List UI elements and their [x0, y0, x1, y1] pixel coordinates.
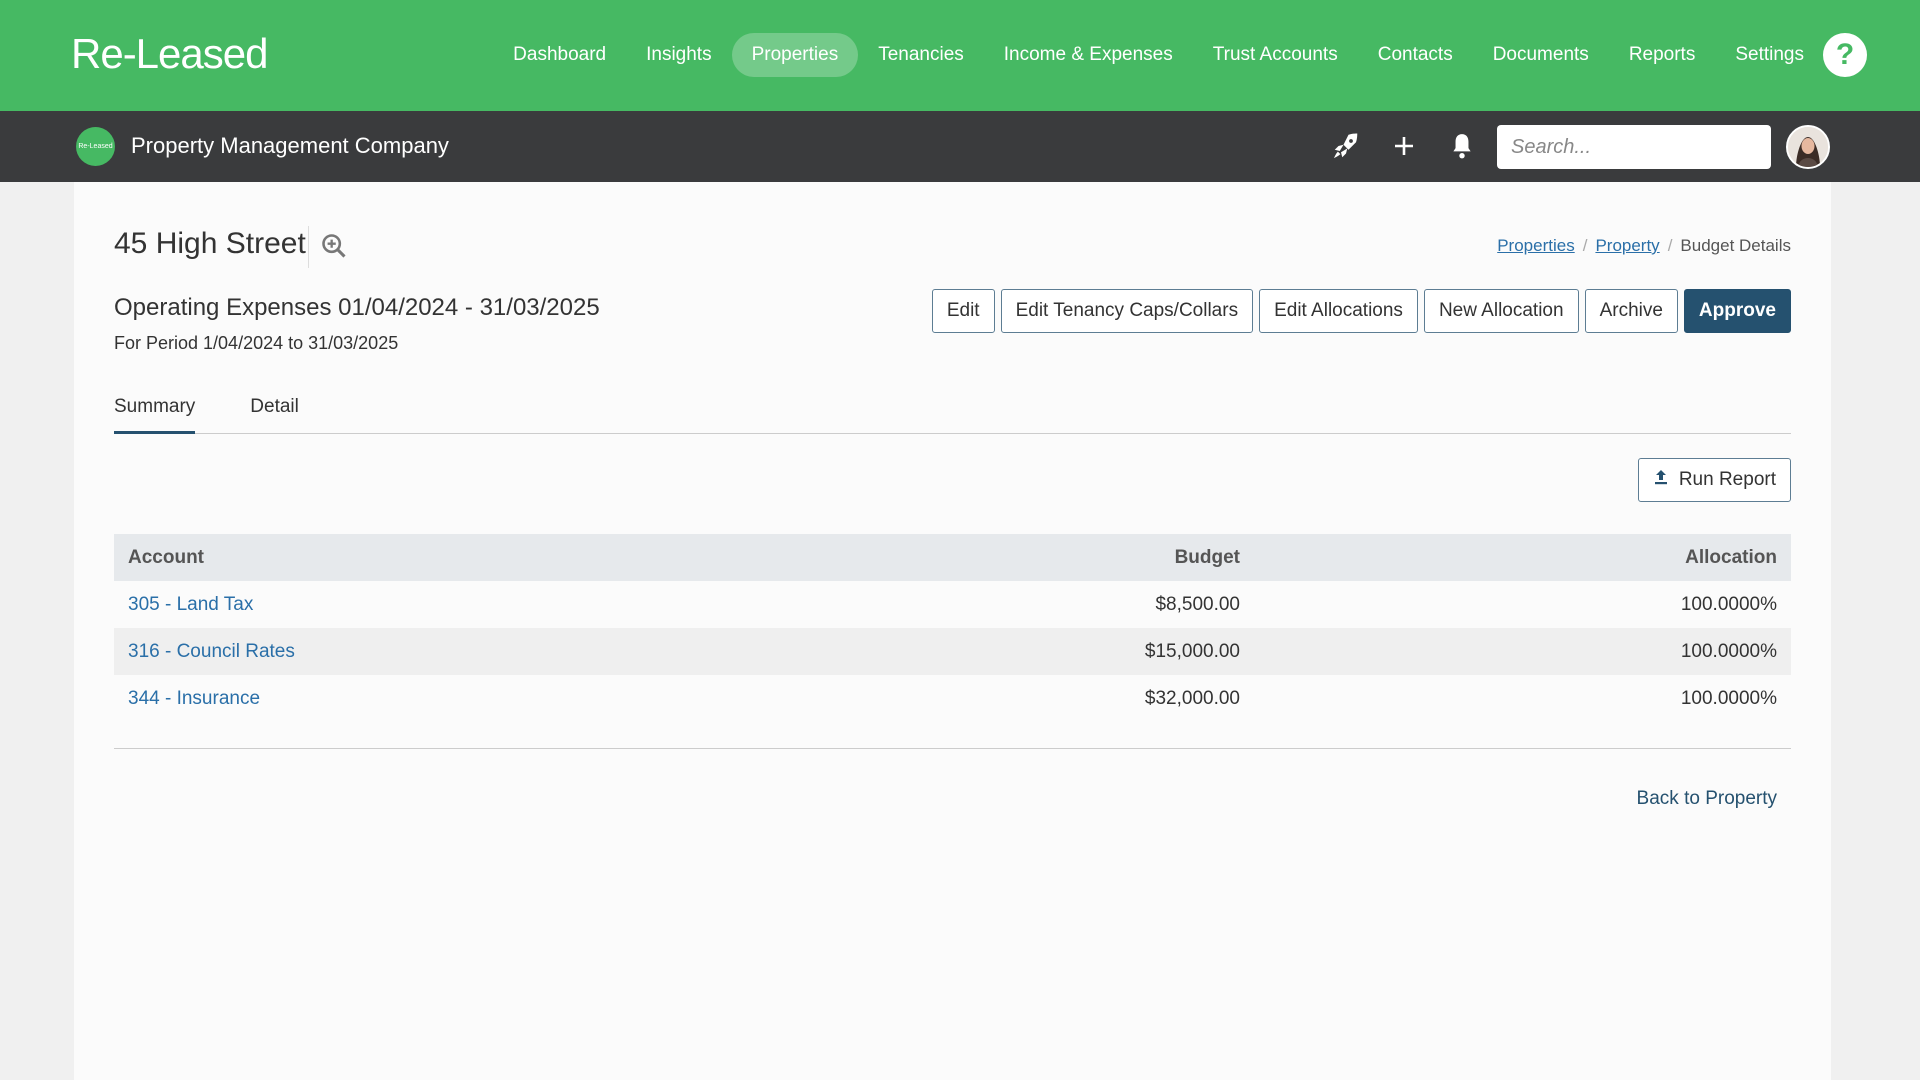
zoom-in-icon[interactable] [320, 232, 348, 265]
allocation-value: 100.0000% [1680, 687, 1777, 709]
column-header-account[interactable]: Account [114, 547, 1094, 569]
breadcrumb-current: Budget Details [1680, 236, 1791, 255]
nav-dashboard[interactable]: Dashboard [493, 33, 626, 77]
nav-trust-accounts[interactable]: Trust Accounts [1193, 33, 1358, 77]
plus-icon[interactable] [1388, 128, 1420, 164]
account-link[interactable]: 344 - Insurance [128, 688, 260, 709]
title-divider [308, 226, 309, 268]
breadcrumb-separator: / [1582, 236, 1588, 255]
help-icon[interactable]: ? [1823, 33, 1867, 77]
budget-value: $15,000.00 [1144, 640, 1240, 662]
user-avatar[interactable] [1786, 125, 1830, 169]
upload-icon [1653, 468, 1669, 492]
column-header-allocation[interactable]: Allocation [1254, 547, 1791, 569]
nav-income-expenses[interactable]: Income & Expenses [984, 33, 1193, 77]
nav-tenancies[interactable]: Tenancies [858, 33, 984, 77]
quick-actions [1330, 128, 1478, 164]
table-row: 316 - Council Rates $15,000.00 100.0000% [114, 628, 1791, 675]
back-to-property-link[interactable]: Back to Property [1637, 788, 1777, 810]
bell-icon[interactable] [1446, 128, 1478, 164]
nav-documents[interactable]: Documents [1473, 33, 1609, 77]
nav-properties[interactable]: Properties [731, 33, 859, 77]
table-divider [114, 748, 1791, 749]
action-buttons: Edit Edit Tenancy Caps/Collars Edit Allo… [931, 289, 1791, 333]
main-nav: Dashboard Insights Properties Tenancies … [493, 33, 1824, 77]
company-logo: Re-Leased [76, 127, 115, 166]
search-input[interactable] [1497, 125, 1771, 169]
budget-table: Account Budget Allocation 305 - Land Tax… [114, 534, 1791, 722]
app-logo[interactable]: Re-Leased [71, 30, 268, 78]
archive-button[interactable]: Archive [1584, 289, 1678, 333]
budget-value: $32,000.00 [1144, 687, 1240, 709]
rocket-icon[interactable] [1330, 128, 1362, 164]
main-content: 45 High Street Properties / Property / B… [74, 182, 1831, 1080]
table-header: Account Budget Allocation [114, 534, 1791, 581]
budget-heading: Operating Expenses 01/04/2024 - 31/03/20… [114, 294, 600, 321]
run-report-label: Run Report [1678, 469, 1776, 490]
company-bar: Re-Leased Property Management Company [0, 111, 1920, 182]
table-row: 344 - Insurance $32,000.00 100.0000% [114, 675, 1791, 722]
nav-insights[interactable]: Insights [626, 33, 731, 77]
new-allocation-button[interactable]: New Allocation [1423, 289, 1579, 333]
table-row: 305 - Land Tax $8,500.00 100.0000% [114, 581, 1791, 628]
breadcrumb-property[interactable]: Property [1595, 236, 1659, 256]
breadcrumb-properties[interactable]: Properties [1497, 236, 1574, 256]
tab-detail[interactable]: Detail [250, 388, 299, 434]
breadcrumb: Properties / Property / Budget Details [1497, 236, 1791, 256]
account-link[interactable]: 316 - Council Rates [128, 641, 295, 662]
edit-allocations-button[interactable]: Edit Allocations [1259, 289, 1418, 333]
allocation-value: 100.0000% [1680, 640, 1777, 662]
tab-bar: Summary Detail [114, 388, 1791, 434]
edit-button[interactable]: Edit [931, 289, 995, 333]
nav-contacts[interactable]: Contacts [1358, 33, 1473, 77]
breadcrumb-separator: / [1667, 236, 1673, 255]
allocation-value: 100.0000% [1680, 593, 1777, 615]
approve-button[interactable]: Approve [1683, 289, 1791, 333]
account-link[interactable]: 305 - Land Tax [128, 594, 253, 615]
budget-period: For Period 1/04/2024 to 31/03/2025 [114, 333, 399, 353]
budget-value: $8,500.00 [1155, 593, 1240, 615]
property-title: 45 High Street [114, 227, 306, 260]
tab-summary[interactable]: Summary [114, 388, 196, 434]
column-header-budget[interactable]: Budget [1094, 547, 1254, 569]
nav-settings[interactable]: Settings [1715, 33, 1824, 77]
nav-reports[interactable]: Reports [1609, 33, 1716, 77]
run-report-button[interactable]: Run Report [1637, 458, 1791, 502]
edit-tenancy-caps-button[interactable]: Edit Tenancy Caps/Collars [1000, 289, 1254, 333]
company-name[interactable]: Property Management Company [131, 133, 449, 159]
top-navigation-bar: Re-Leased Dashboard Insights Properties … [0, 0, 1920, 111]
